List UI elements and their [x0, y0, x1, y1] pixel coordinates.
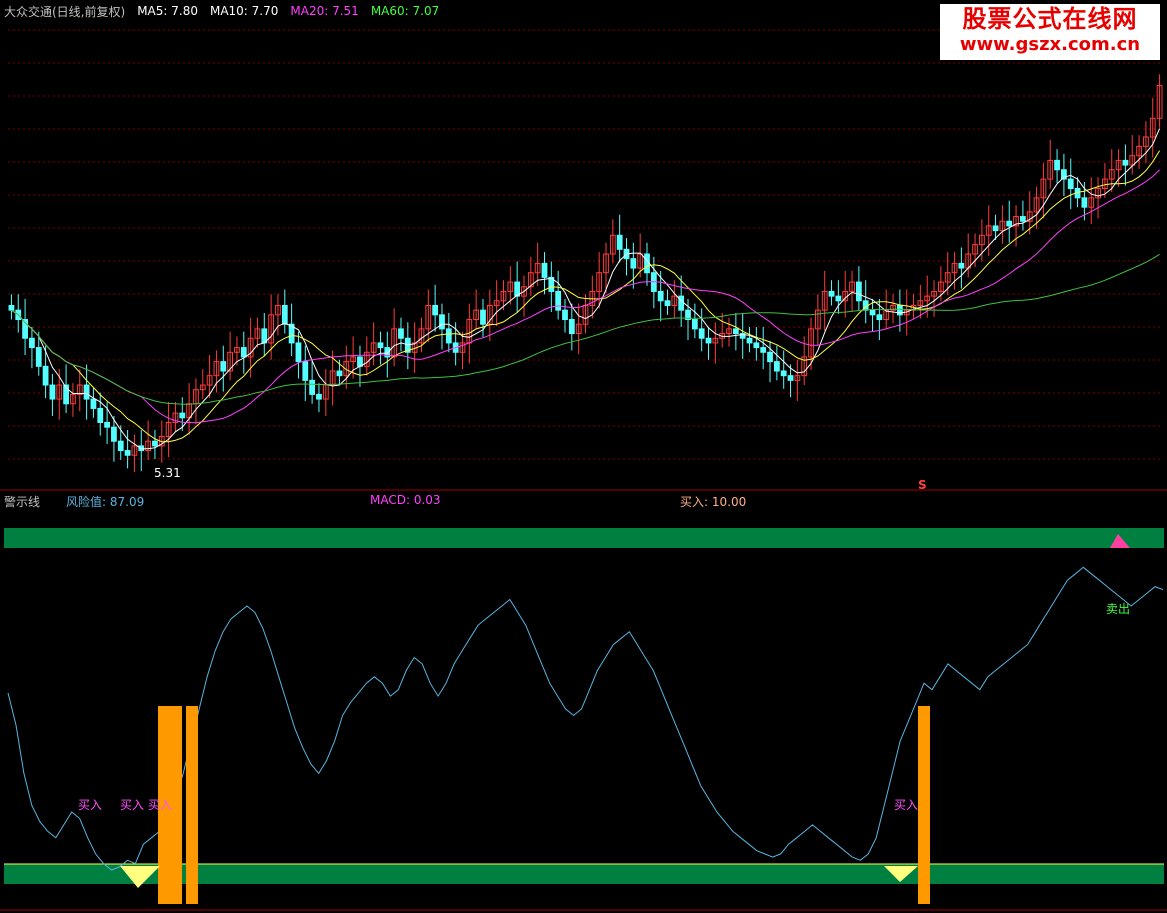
candle-body — [780, 370, 787, 377]
candle-body — [152, 440, 158, 447]
candle-body — [42, 365, 49, 386]
candle-body — [480, 309, 486, 325]
watermark-logo: 股票公式在线网 www.gszx.com.cn — [940, 4, 1160, 60]
candle-body — [439, 314, 445, 330]
low-label: 5.31 — [154, 466, 181, 480]
candle-body — [1006, 220, 1013, 227]
candle-body — [691, 319, 698, 330]
candle-body — [281, 304, 288, 325]
buy-value-label: 买入: 10.00 — [680, 495, 747, 509]
ma60-label: MA60: 7.07 — [370, 4, 440, 18]
candle-body — [1054, 159, 1060, 171]
candle-body — [1067, 178, 1074, 189]
buy-signal-bar — [918, 706, 930, 904]
stock-title: 大众交通(日线,前复权) — [4, 4, 126, 19]
candle-body — [828, 290, 835, 297]
candle-body — [773, 361, 780, 372]
candle-body — [767, 351, 773, 363]
candle-body — [1122, 159, 1129, 166]
candle-body — [104, 421, 110, 428]
candle-body — [117, 440, 124, 452]
candle-body — [835, 295, 842, 302]
candle-body — [49, 384, 56, 400]
risk-value-label: 风险值: 87.09 — [66, 495, 145, 509]
candle-body — [377, 342, 384, 349]
lower-panel-title: 警示线 — [4, 495, 41, 509]
candle-body — [753, 342, 760, 349]
sell-marker: 卖出 — [1106, 602, 1131, 616]
lower-panel-header: 警示线 风险值: 87.09 MACD: 0.03 买入: 10.00 — [4, 493, 1164, 511]
candle-body — [111, 426, 117, 442]
candle-body — [295, 342, 302, 363]
upper-band — [4, 528, 1164, 548]
candle-body — [630, 258, 637, 269]
watermark-title: 股票公式在线网 — [962, 5, 1138, 33]
candle-body — [398, 328, 404, 339]
candle-body — [876, 314, 883, 321]
buy-marker-4: 买入 — [894, 798, 919, 812]
candle-body — [568, 319, 575, 335]
candle-body — [97, 407, 104, 423]
candle-body — [992, 225, 999, 232]
buy-signal-bar — [186, 706, 198, 904]
candle-body — [1020, 216, 1026, 222]
candle-body — [657, 290, 664, 302]
macd-label: MACD: 0.03 — [370, 493, 441, 507]
candle-body — [179, 412, 186, 419]
candle-body — [746, 337, 753, 344]
s-marker: S — [918, 478, 927, 492]
candle-body — [432, 304, 439, 316]
buy-marker-2: 买入 — [120, 798, 145, 812]
candle-body — [698, 328, 705, 339]
candle-body — [869, 309, 876, 316]
candle-body — [541, 262, 548, 278]
candle-body — [445, 328, 452, 344]
candle-body — [616, 234, 623, 250]
ma10-label: MA10: 7.70 — [209, 4, 279, 18]
candle-body — [760, 347, 767, 353]
candle-body — [316, 393, 322, 400]
candle-body — [1081, 197, 1088, 208]
candle-body — [664, 300, 671, 306]
candle-body — [302, 361, 309, 381]
candle-body — [83, 384, 90, 400]
buy-marker-1: 买入 — [78, 798, 103, 812]
candle-body — [220, 361, 227, 372]
candle-body — [787, 375, 794, 381]
candle-body — [732, 328, 739, 335]
main-panel-header: 大众交通(日线,前复权) MA5: 7.80 MA10: 7.70 MA20: … — [4, 2, 439, 20]
candle-body — [555, 290, 562, 311]
ma5-label: MA5: 7.80 — [137, 4, 198, 18]
candle-body — [35, 347, 42, 367]
candle-body — [336, 370, 343, 377]
candle-body — [8, 304, 15, 311]
candle-body — [309, 379, 316, 395]
candle-body — [29, 337, 35, 349]
candle-body — [958, 262, 965, 269]
stock-chart — [0, 0, 1167, 913]
candle-body — [90, 398, 97, 409]
candle-body — [124, 450, 131, 456]
ma20-label: MA20: 7.51 — [290, 4, 359, 18]
watermark-url: www.gszx.com.cn — [959, 34, 1141, 55]
candle-body — [705, 337, 712, 344]
candle-body — [562, 309, 568, 321]
buy-marker-3: 买入 — [148, 798, 173, 812]
candle-body — [240, 347, 247, 358]
candle-body — [855, 281, 862, 302]
